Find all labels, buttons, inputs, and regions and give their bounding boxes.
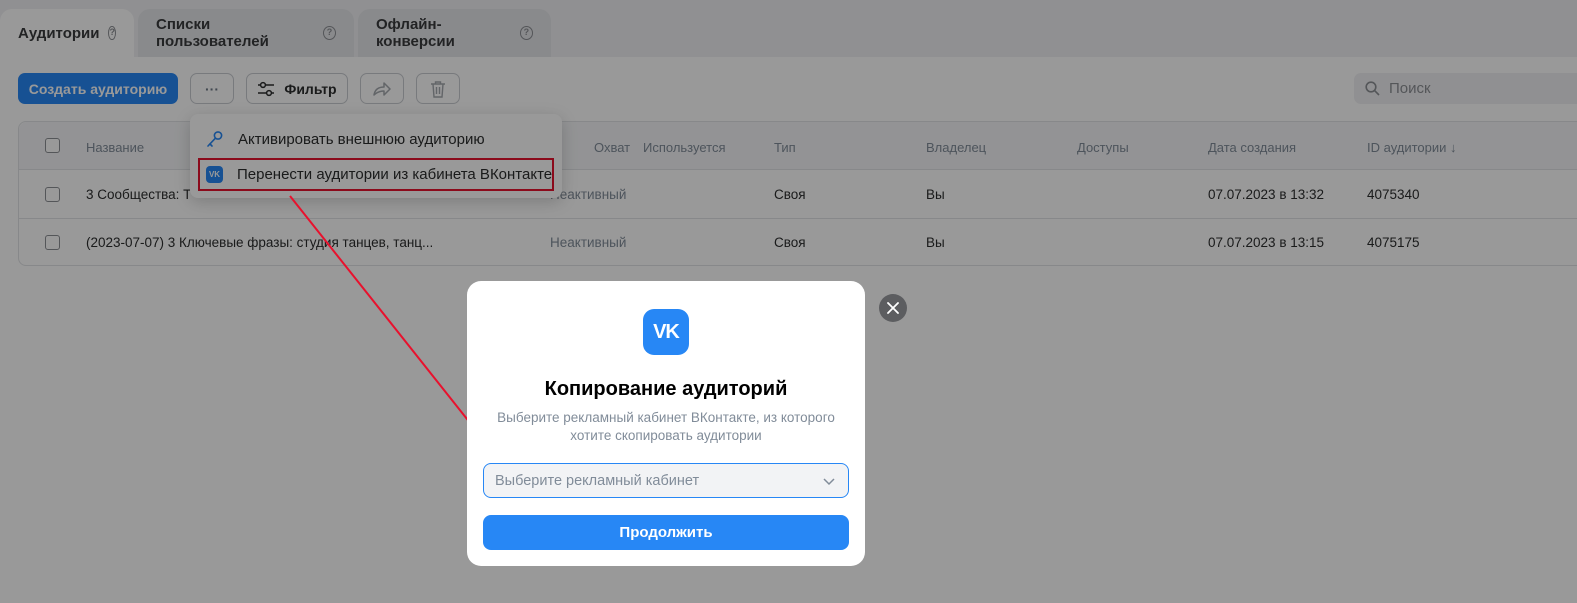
description-line: Выберите рекламный кабинет ВКонтакте, из… bbox=[497, 410, 835, 425]
dialog-title: Копирование аудиторий bbox=[544, 378, 788, 400]
select-placeholder: Выберите рекламный кабинет bbox=[495, 472, 700, 489]
continue-button[interactable]: Продолжить bbox=[483, 515, 849, 550]
vk-logo: VK bbox=[643, 309, 689, 355]
chevron-down-icon bbox=[823, 478, 835, 486]
description-line: хотите скопировать аудитории bbox=[570, 428, 762, 443]
close-icon bbox=[887, 302, 899, 314]
ad-account-select[interactable]: Выберите рекламный кабинет bbox=[483, 463, 849, 498]
copy-audiences-dialog: VK Копирование аудиторий Выберите реклам… bbox=[467, 281, 865, 566]
close-button[interactable] bbox=[879, 294, 907, 322]
dialog-description: Выберите рекламный кабинет ВКонтакте, из… bbox=[487, 409, 845, 445]
